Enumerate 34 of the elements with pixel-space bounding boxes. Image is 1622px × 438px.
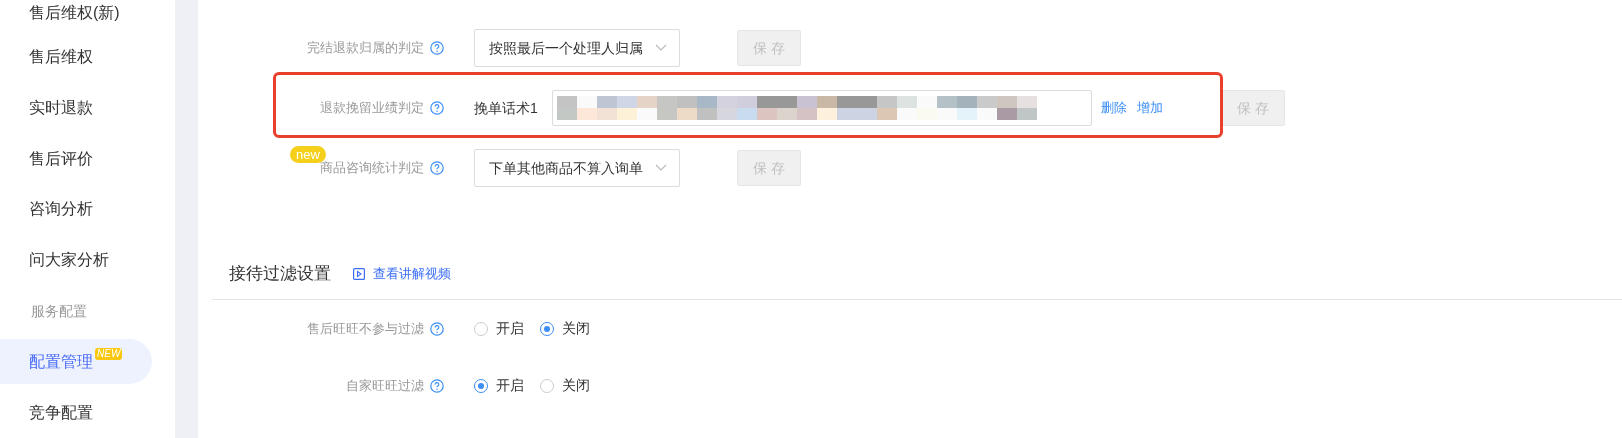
sidebar-item[interactable]: 问大家分析 <box>0 237 152 283</box>
select-field[interactable]: 按照最后一个处理人归属 <box>474 29 680 67</box>
new-badge: NEW <box>95 347 123 360</box>
help-icon[interactable] <box>430 321 444 336</box>
play-icon <box>353 267 365 280</box>
radio-option[interactable]: 关闭 <box>540 375 590 396</box>
radio-option[interactable]: 开启 <box>474 318 524 339</box>
select-field[interactable]: 下单其他商品不算入询单 <box>474 149 680 187</box>
action-link[interactable]: 增加 <box>1137 98 1163 118</box>
input-field[interactable] <box>552 90 1092 126</box>
item-label: 挽单话术1 <box>474 98 539 118</box>
help-icon[interactable] <box>430 378 444 393</box>
chevron-down-icon <box>655 164 667 172</box>
radio-option[interactable]: 开启 <box>474 375 524 396</box>
field-label: 自家旺旺过滤 <box>346 376 424 395</box>
sidebar-item[interactable]: 配置管理 NEW <box>0 339 152 385</box>
field-label: 退款挽留业绩判定 <box>320 99 424 118</box>
video-link[interactable]: 查看讲解视频 <box>353 263 451 284</box>
group-label: 服务配置 <box>31 301 87 321</box>
field-label: 售后旺旺不参与过滤 <box>307 319 424 338</box>
section-title: 接待过滤设置 <box>229 262 331 285</box>
help-icon[interactable] <box>430 41 444 55</box>
sidebar-item[interactable]: 售后维权 <box>0 34 152 80</box>
sidebar-item[interactable]: 售后评价 <box>0 136 152 182</box>
help-icon[interactable] <box>430 161 444 175</box>
radio-option[interactable]: 关闭 <box>540 318 590 339</box>
field-label: 完结退款归属的判定 <box>307 39 424 58</box>
help-icon[interactable] <box>430 101 444 115</box>
sidebar-item[interactable]: 咨询分析 <box>0 186 152 232</box>
chevron-down-icon <box>655 44 667 52</box>
sidebar-item[interactable]: 实时退款 <box>0 85 152 131</box>
action-link[interactable]: 删除 <box>1101 98 1127 118</box>
sidebar-item[interactable]: 竞争配置 <box>0 390 152 436</box>
sidebar-item[interactable]: 售后维权(新) <box>0 1 152 25</box>
